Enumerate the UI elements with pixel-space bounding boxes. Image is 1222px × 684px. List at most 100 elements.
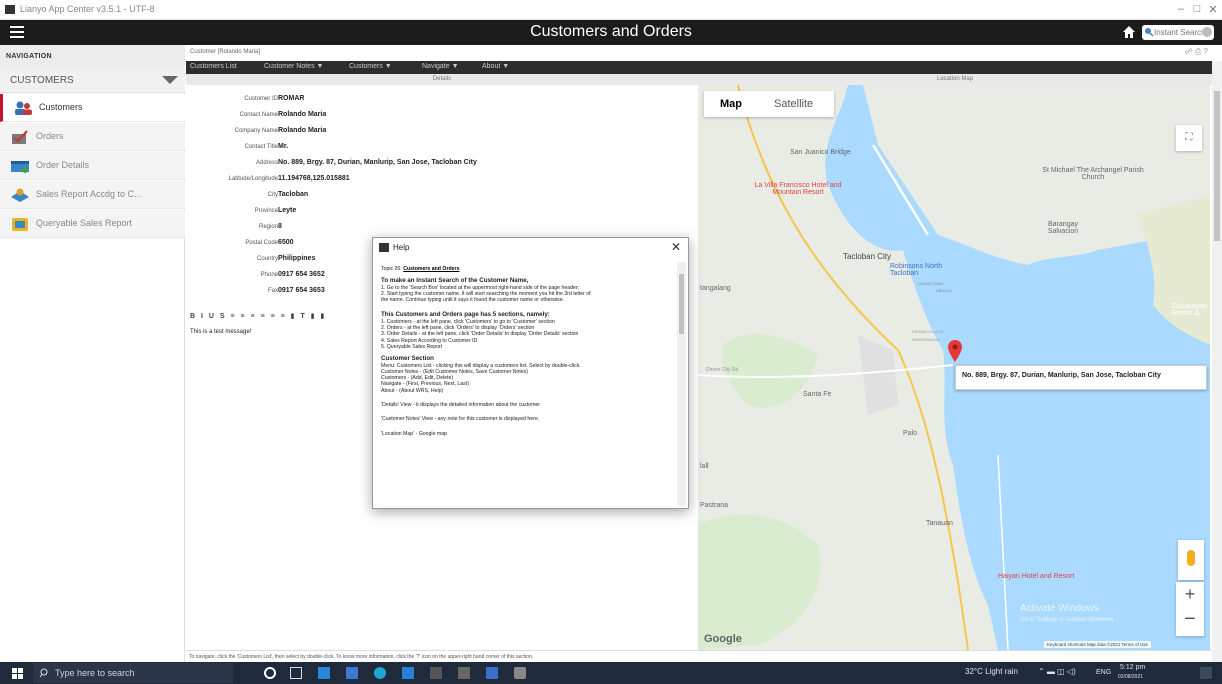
help-body: Topic 26: Customers and Orders To make a…: [381, 266, 675, 502]
clear-search-icon[interactable]: [1202, 27, 1212, 37]
place-lall: lall: [700, 463, 709, 470]
field-label: Contact Title: [244, 144, 278, 150]
customers-section-header[interactable]: CUSTOMERS: [0, 67, 185, 93]
sales-report-icon: [11, 188, 29, 202]
help-window-icon: [379, 243, 389, 252]
field-label: City: [267, 192, 278, 198]
place-san-juanico: San Juanico Bridge: [790, 149, 851, 156]
field-value: 11.194768,125.015881: [278, 175, 350, 182]
zoom-out-button[interactable]: −: [1176, 608, 1204, 631]
help-line: About - (About WRS, Help): [381, 387, 444, 394]
satellite-type-button[interactable]: Satellite: [774, 98, 813, 110]
place-caluwayan: Caluwayan Resort &: [1172, 303, 1207, 317]
location-pin-icon[interactable]: [948, 340, 962, 362]
place-dirsen-road: Dirsen City Rd: [706, 367, 739, 373]
place-fatima: FATIMA VILLAGE: [912, 329, 944, 334]
field-label: Country: [256, 256, 278, 262]
topic-link[interactable]: Customers and Orders: [403, 266, 459, 272]
navigation-heading: NAVIGATION: [0, 45, 185, 67]
map-type-button[interactable]: Map: [720, 98, 742, 110]
field-contact-title: Contact Title Mr.: [186, 142, 698, 154]
notifications-icon[interactable]: [1200, 667, 1212, 679]
breadcrumb: Customer [Rolando Maria] ☍ ⎙ ?: [186, 45, 1222, 61]
place-tangalang: tangalang: [700, 285, 731, 292]
app-icon-7[interactable]: [430, 667, 442, 679]
taskbar-search-placeholder: Type here to search: [55, 668, 135, 678]
sidebar-item-sales-report[interactable]: Sales Report Accdg to C...: [0, 181, 185, 209]
field-company-name: Company Name Rolando Maria: [186, 126, 698, 138]
language-indicator[interactable]: ENG: [1096, 669, 1111, 676]
zoom-in-button[interactable]: +: [1176, 584, 1204, 605]
edge-icon[interactable]: [318, 667, 330, 679]
store-icon[interactable]: [346, 667, 358, 679]
place-downtown: DOWNTOWN: [918, 281, 943, 286]
place-marasbaras: MARASBARAS: [912, 337, 940, 342]
field-value: Tacloban: [278, 191, 309, 198]
sidebar-item-label: Order Details: [36, 160, 90, 170]
app-icon-9[interactable]: [486, 667, 498, 679]
sidebar-item-label: Orders: [36, 131, 64, 141]
search-input[interactable]: [1154, 26, 1202, 39]
browser-icon[interactable]: [374, 667, 386, 679]
customer-notes-text[interactable]: This is a test message!: [190, 329, 251, 335]
field-region: Region 8: [186, 222, 698, 234]
place-palo: Palo: [903, 430, 918, 437]
taskbar-search-box[interactable]: Type here to search: [33, 663, 233, 683]
menu-customer-notes[interactable]: Customer Notes ▼: [264, 63, 323, 70]
breadcrumb-text: Customer [Rolando Maria]: [190, 49, 261, 55]
map-attribution[interactable]: Keyboard shortcuts Map data ©2021 Terms …: [1044, 641, 1152, 648]
app-icon-8[interactable]: [458, 667, 470, 679]
queryable-report-icon: [12, 218, 28, 231]
sidebar-item-customers[interactable]: Customers: [0, 94, 185, 122]
pegman-icon[interactable]: [1178, 540, 1204, 580]
details-header: Details: [186, 74, 698, 85]
field-value: Philippines: [278, 255, 316, 262]
menu-customers[interactable]: Customers ▼: [349, 63, 392, 70]
sidebar-item-order-details[interactable]: Order Details: [0, 152, 185, 180]
app-icon-10[interactable]: [514, 667, 526, 679]
collapse-triangle-icon[interactable]: [162, 76, 178, 84]
menu-bar: Customers List Customer Notes ▼ Customer…: [186, 61, 1212, 74]
task-view-icon[interactable]: [290, 667, 302, 679]
help-line: 'Location Map' - Google map: [381, 430, 447, 437]
menu-customers-list[interactable]: Customers List: [190, 63, 237, 70]
rich-text-toolbar[interactable]: B I U S ≡ ≡ ≡ ≡ ≡ ≡ ▮ T ▮ ▮: [190, 312, 326, 324]
fullscreen-icon[interactable]: ⛶: [1176, 125, 1202, 151]
help-scrollbar[interactable]: [677, 262, 686, 506]
window-title: Lianyo App Center v3.5.1 - UTF-8: [20, 4, 155, 14]
weather-status[interactable]: 32°C Light rain: [965, 667, 1018, 676]
field-value: 0917 654 3652: [278, 271, 325, 278]
page-title: Customers and Orders: [530, 23, 692, 40]
close-window-button[interactable]: ✕: [1202, 3, 1222, 16]
field-label: Address: [255, 160, 278, 166]
help-topic: Topic 26: Customers and Orders: [381, 266, 675, 272]
activate-windows-watermark: Activate Windows: [1020, 603, 1099, 614]
windows-start-icon[interactable]: [12, 668, 23, 679]
field-label: Company Name: [234, 128, 278, 134]
page-scrollbar[interactable]: [1212, 61, 1222, 662]
field-value: Leyte: [278, 207, 297, 214]
sidebar-item-queryable-report[interactable]: Queryable Sales Report: [0, 210, 185, 238]
map-type-control: Map Satellite: [704, 91, 834, 117]
clock-time[interactable]: 5:12 pm: [1120, 664, 1145, 671]
cortana-icon[interactable]: [264, 667, 276, 679]
menu-navigate[interactable]: Navigate ▼: [422, 63, 459, 70]
field-value: No. 889, Brgy. 87, Durian, Manlurip, San…: [278, 159, 477, 166]
help-close-button[interactable]: ✕: [671, 240, 681, 254]
help-line: the name. Continue typing until it says …: [381, 297, 565, 304]
home-icon[interactable]: [1122, 25, 1136, 39]
field-label: Phone: [260, 272, 278, 278]
toolbar-icons[interactable]: ☍ ⎙ ?: [1185, 47, 1208, 57]
help-scroll-thumb[interactable]: [679, 274, 684, 334]
sidebar-item-orders[interactable]: Orders: [0, 123, 185, 151]
zoom-control: + −: [1176, 582, 1204, 636]
place-pastrana: Pastrana: [700, 502, 729, 509]
instant-search-box[interactable]: [1142, 25, 1214, 40]
page-scroll-thumb[interactable]: [1214, 91, 1220, 241]
menu-about[interactable]: About ▼: [482, 63, 509, 70]
tray-icons[interactable]: ⌃ ▬ ◫ ◁): [1038, 667, 1076, 676]
clock-date[interactable]: 02/08/2021: [1118, 674, 1143, 680]
place-abucay: ABUCAY: [936, 288, 953, 293]
app-icon-6[interactable]: [402, 667, 414, 679]
help-line: 'Customer Notes' View - any note for thi…: [381, 416, 540, 423]
